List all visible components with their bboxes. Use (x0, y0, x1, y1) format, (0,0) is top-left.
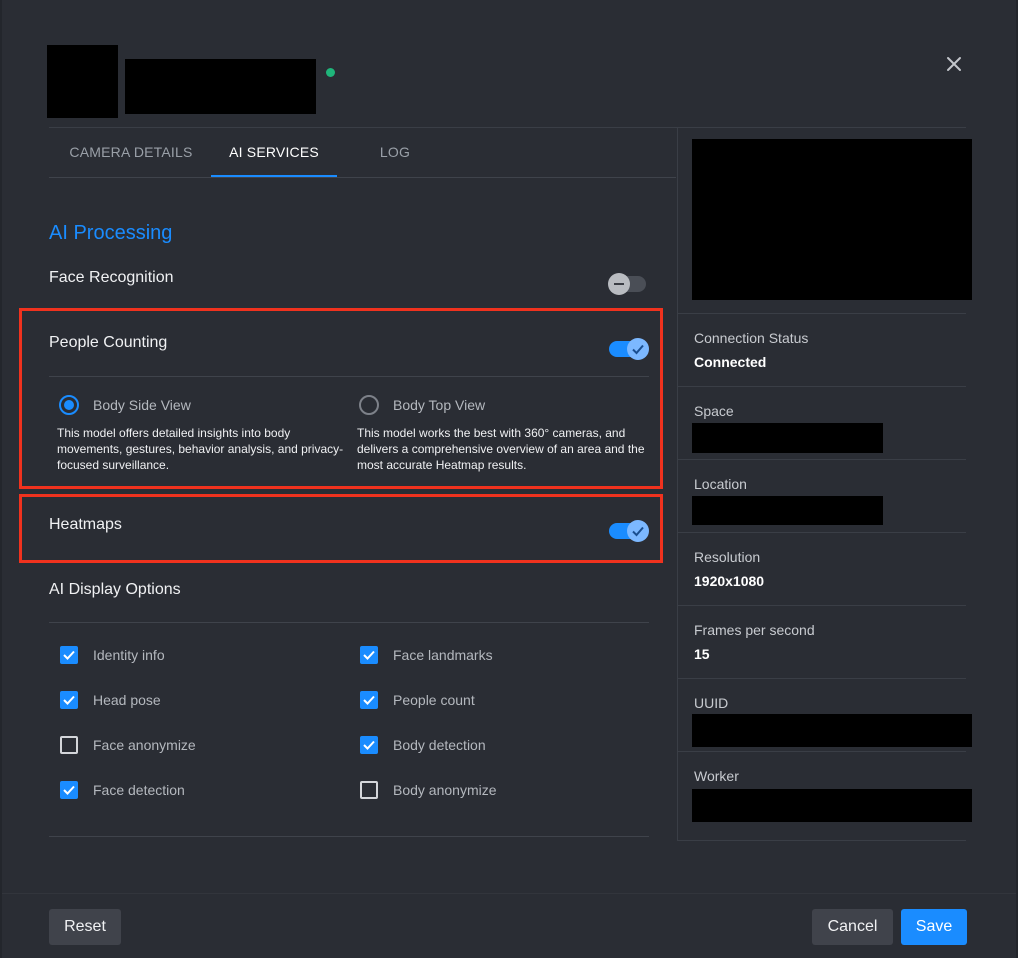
face-recognition-label: Face Recognition (49, 269, 174, 286)
face-detection-checkbox[interactable] (60, 781, 78, 799)
worker-label: Worker (694, 768, 739, 784)
check-icon (63, 695, 75, 705)
body-anonymize-checkbox[interactable] (360, 781, 378, 799)
save-button[interactable]: Save (901, 909, 967, 945)
check-icon (363, 740, 375, 750)
face-landmarks-label: Face landmarks (393, 647, 493, 663)
identity-info-checkbox[interactable] (60, 646, 78, 664)
heatmaps-label: Heatmaps (49, 516, 122, 533)
ai-display-options-title: AI Display Options (49, 581, 181, 598)
online-status-dot (326, 68, 335, 77)
head-pose-checkbox[interactable] (60, 691, 78, 709)
face-anonymize-label: Face anonymize (93, 737, 196, 753)
cancel-button[interactable]: Cancel (812, 909, 893, 945)
display-options-divider-top (49, 622, 649, 623)
body-side-view-description: This model offers detailed insights into… (57, 426, 344, 472)
tab-ai-services[interactable]: AI SERVICES (211, 128, 337, 177)
sidebar-separator (677, 751, 966, 752)
check-icon (63, 650, 75, 660)
ai-processing-title: AI Processing (49, 222, 173, 244)
people-counting-toggle[interactable] (609, 338, 649, 360)
tab-camera-details[interactable]: CAMERA DETAILS (61, 128, 201, 177)
fps-label: Frames per second (694, 622, 815, 638)
sidebar-separator (677, 605, 966, 606)
sidebar-separator (677, 386, 966, 387)
body-side-view-label: Body Side View (93, 397, 191, 413)
check-icon (63, 785, 75, 795)
camera-name-redacted (125, 59, 316, 114)
heatmaps-toggle[interactable] (609, 520, 649, 542)
tab-bar: CAMERA DETAILS AI SERVICES LOG (49, 128, 676, 178)
resolution-value: 1920x1080 (694, 573, 765, 589)
space-label: Space (694, 403, 734, 419)
body-top-view-radio[interactable] (359, 395, 379, 415)
display-options-divider-bottom (49, 836, 649, 837)
fps-value: 15 (694, 646, 710, 662)
footer-divider (2, 893, 1016, 894)
sidebar-border (677, 127, 678, 840)
connection-status-value: Connected (694, 354, 767, 370)
people-counting-label: People Counting (49, 334, 168, 351)
body-detection-label: Body detection (393, 737, 486, 753)
body-top-view-description: This model works the best with 360° came… (357, 426, 645, 472)
people-counting-divider (49, 376, 649, 377)
location-value-redacted (692, 496, 883, 525)
sidebar-separator (677, 313, 966, 314)
space-value-redacted (692, 423, 883, 453)
body-top-view-label: Body Top View (393, 397, 486, 413)
check-icon (363, 650, 375, 660)
people-count-checkbox[interactable] (360, 691, 378, 709)
face-detection-label: Face detection (93, 782, 185, 798)
toggle-knob (627, 520, 649, 542)
sidebar-separator (677, 459, 966, 460)
body-detection-checkbox[interactable] (360, 736, 378, 754)
uuid-label: UUID (694, 695, 729, 711)
people-count-label: People count (393, 692, 475, 708)
body-side-view-radio[interactable] (59, 395, 79, 415)
camera-thumbnail-redacted (47, 45, 118, 118)
close-icon (947, 57, 961, 71)
toggle-knob (627, 338, 649, 360)
identity-info-label: Identity info (93, 647, 165, 663)
resolution-label: Resolution (694, 549, 761, 565)
worker-value-redacted (692, 789, 972, 822)
sidebar-separator (677, 678, 966, 679)
sidebar-separator (677, 532, 966, 533)
close-button[interactable] (940, 50, 968, 78)
uuid-value-redacted (692, 714, 972, 747)
location-label: Location (694, 476, 747, 492)
check-icon (363, 695, 375, 705)
connection-status-label: Connection Status (694, 330, 809, 346)
check-icon (632, 526, 644, 537)
body-anonymize-label: Body anonymize (393, 782, 497, 798)
check-icon (632, 344, 644, 355)
tab-log[interactable]: LOG (367, 128, 423, 177)
face-anonymize-checkbox[interactable] (60, 736, 78, 754)
head-pose-label: Head pose (93, 692, 161, 708)
toggle-knob (608, 273, 630, 295)
camera-preview-redacted (692, 139, 972, 300)
face-landmarks-checkbox[interactable] (360, 646, 378, 664)
reset-button[interactable]: Reset (49, 909, 121, 945)
face-recognition-toggle[interactable] (608, 273, 646, 295)
sidebar-bottom-border (677, 840, 966, 841)
